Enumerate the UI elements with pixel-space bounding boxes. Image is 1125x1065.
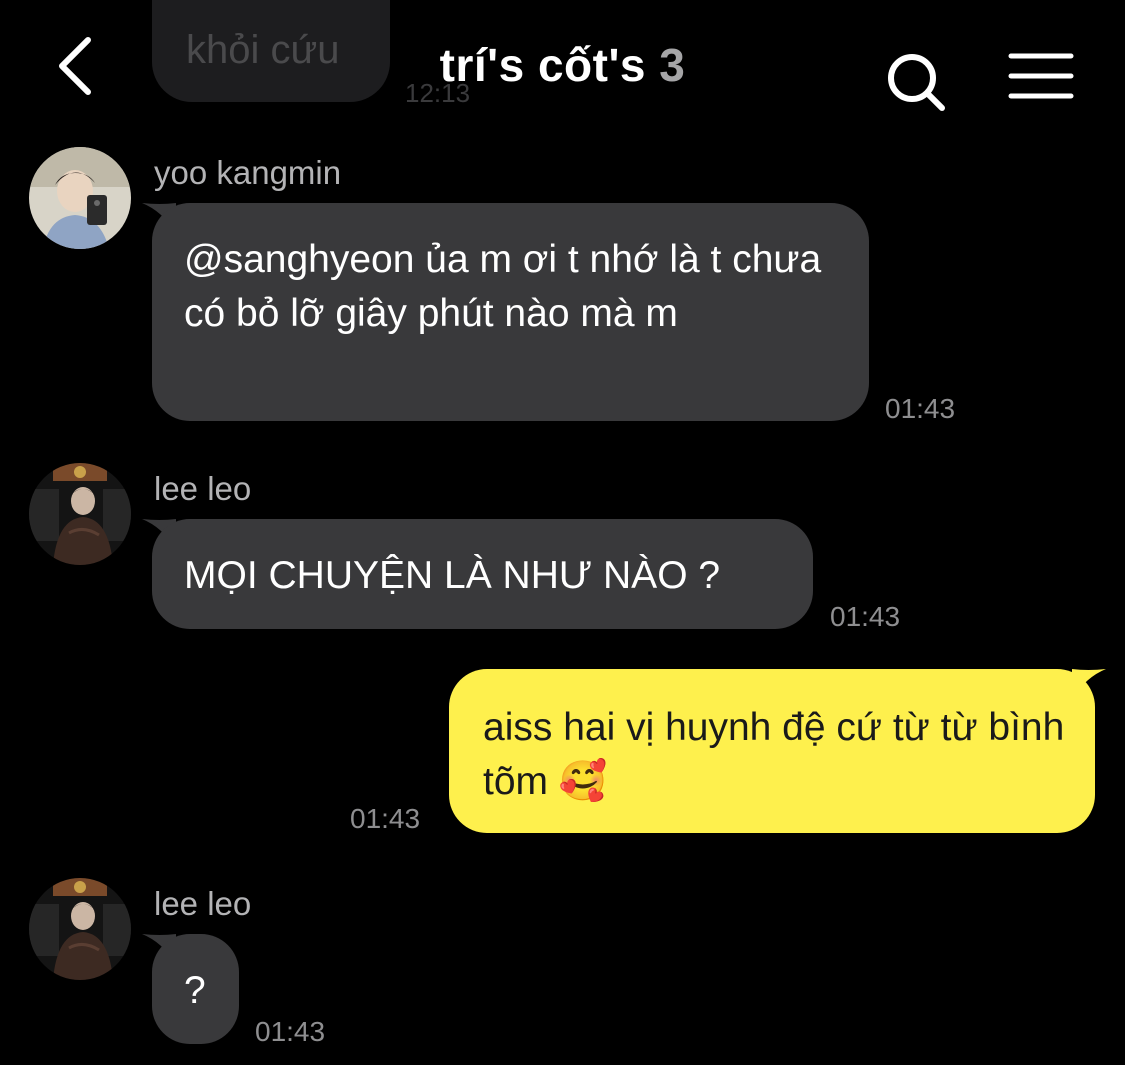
search-button[interactable] [882,48,954,120]
avatar-image [29,878,131,980]
message-text: @sanghyeon ủa m ơi t nhớ là t chưa có bỏ… [184,238,822,335]
message-time: 01:43 [830,601,901,632]
chat-title-name: trí's cốt's [439,39,646,91]
bubble-tail [1072,669,1106,699]
chat-title[interactable]: trí's cốt's 3 [0,38,1125,92]
avatar-image [29,147,131,249]
menu-button[interactable] [1005,50,1077,106]
message-time: 01:43 [885,393,956,424]
hamburger-menu-icon [1008,53,1074,99]
message-time: 01:43 [255,1016,326,1047]
outgoing-message-bubble[interactable]: aiss hai vị huynh đệ cứ từ từ bình tõm 🥰 [449,669,1095,833]
message-time: 01:43 [350,803,421,834]
avatar-image [29,463,131,565]
sender-name: lee leo [154,470,252,507]
sender-name: yoo kangmin [154,154,342,191]
avatar-lee-leo[interactable] [29,463,131,565]
message-bubble[interactable]: ? [152,934,239,1044]
member-count: 3 [659,39,686,91]
message-text: MỌI CHUYỆN LÀ NHƯ NÀO ? [184,554,721,597]
avatar-yoo-kangmin[interactable] [29,147,131,249]
message-text: aiss hai vị huynh đệ cứ từ từ bình tõm 🥰 [483,706,1065,803]
message-bubble[interactable]: MỌI CHUYỆN LÀ NHƯ NÀO ? [152,519,813,629]
message-bubble[interactable]: @sanghyeon ủa m ơi t nhớ là t chưa có bỏ… [152,203,869,421]
avatar-lee-leo[interactable] [29,878,131,980]
search-icon [888,54,945,111]
message-text: ? [184,969,206,1012]
sender-name: lee leo [154,885,252,922]
